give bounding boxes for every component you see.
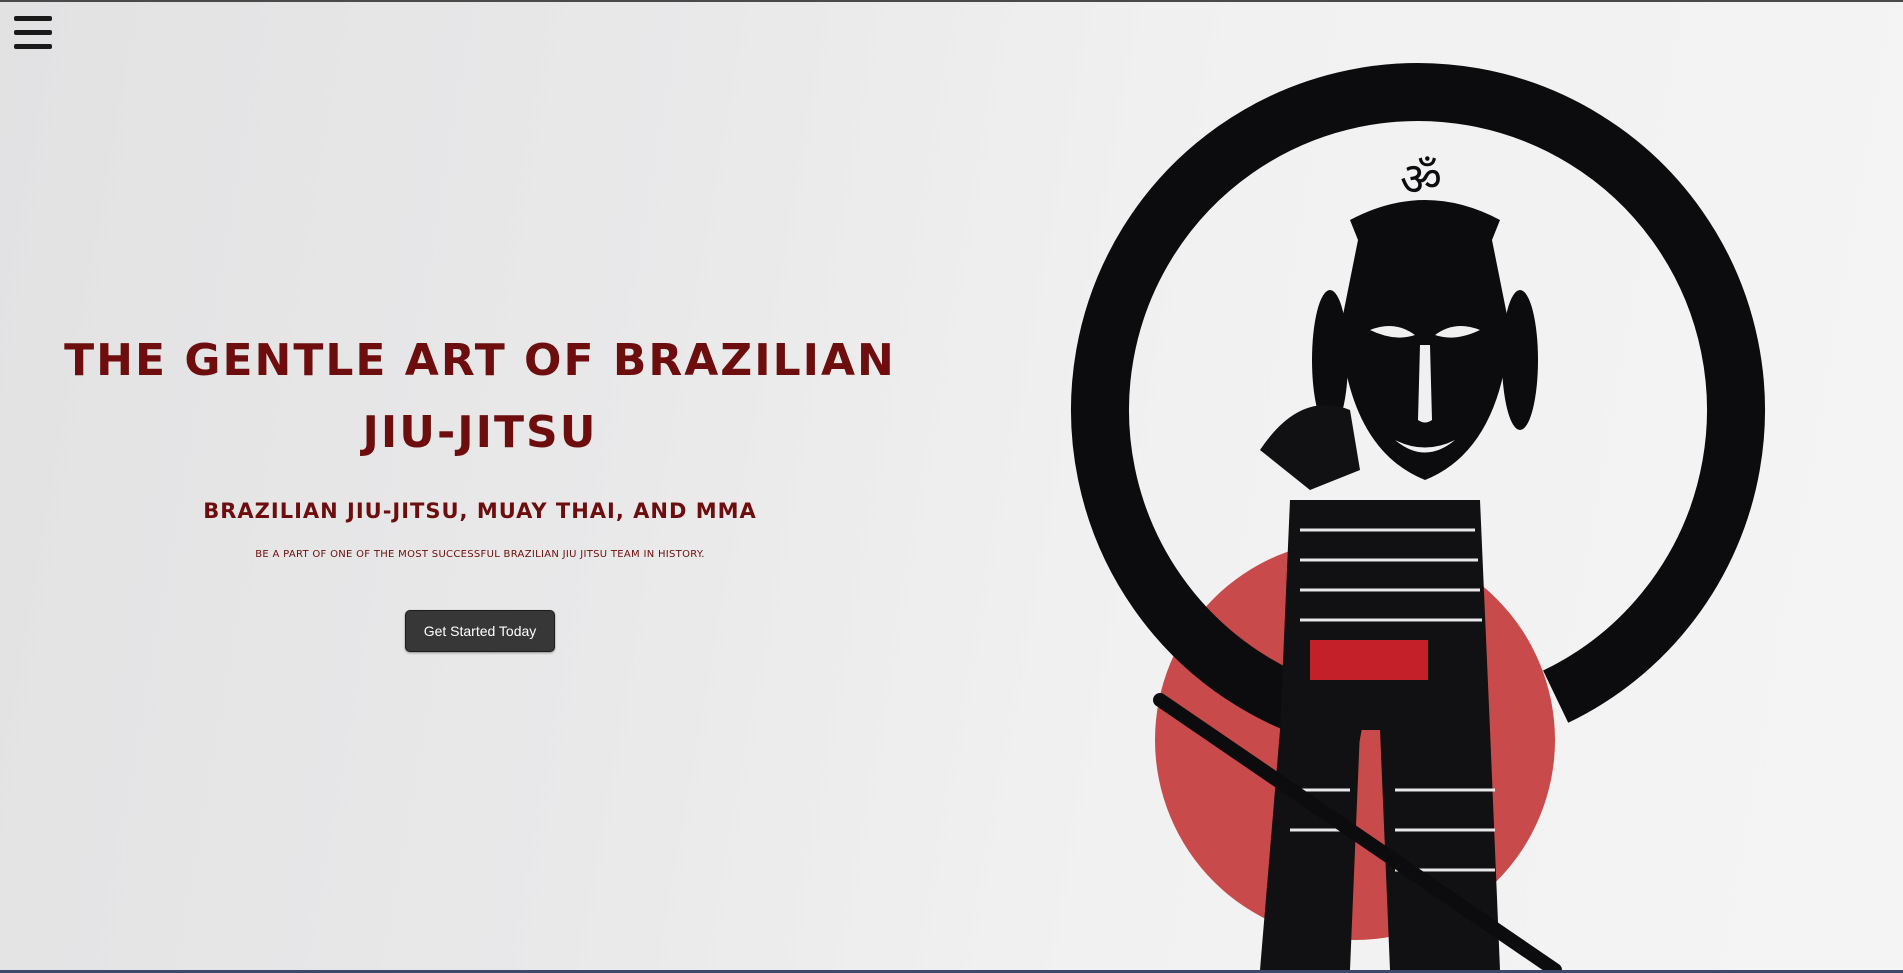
menu-bar-bottom [14, 44, 52, 49]
red-belt [1310, 640, 1428, 680]
samurai-buddha-illustration: ॐ [1071, 63, 1765, 970]
menu-bar-top [14, 16, 52, 21]
om-symbol: ॐ [1400, 152, 1442, 206]
hero-text: THE GENTLE ART OF BRAZILIAN JIU-JITSU BR… [40, 325, 920, 560]
hero-title: THE GENTLE ART OF BRAZILIAN JIU-JITSU [40, 325, 920, 469]
hero-title-line1: THE GENTLE ART OF BRAZILIAN [64, 335, 896, 386]
get-started-button[interactable]: Get Started Today [405, 610, 555, 652]
hero-title-line2: JIU-JITSU [362, 407, 598, 458]
hamburger-menu-icon[interactable] [14, 16, 52, 50]
hero-tagline: BE A PART OF ONE OF THE MOST SUCCESSFUL … [255, 549, 705, 560]
hero-subtitle: BRAZILIAN JIU-JITSU, MUAY THAI, AND MMA [203, 499, 757, 523]
menu-bar-middle [14, 30, 52, 35]
top-border [0, 0, 1903, 2]
